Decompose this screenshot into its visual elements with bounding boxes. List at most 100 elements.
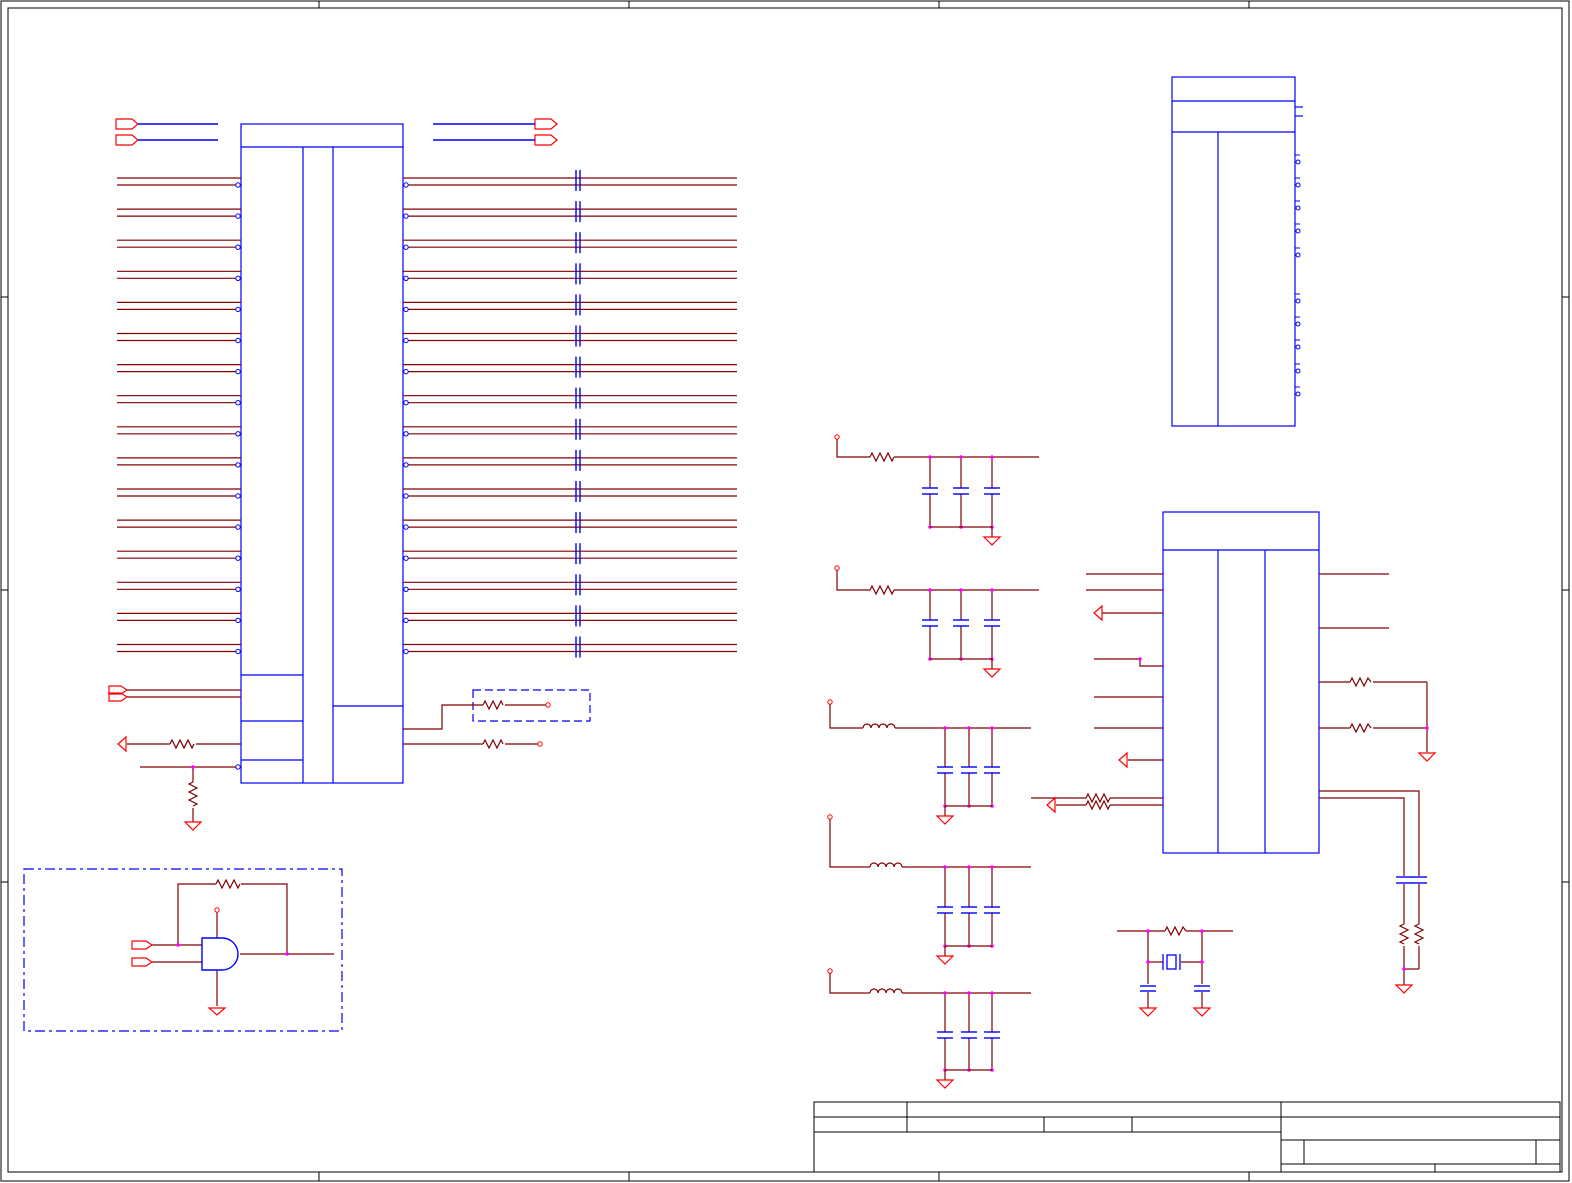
capacitor-icon xyxy=(1140,985,1210,992)
ic-pin xyxy=(1295,363,1301,374)
pin-row xyxy=(117,232,737,254)
pin-terminal xyxy=(235,368,241,375)
capacitor-icon xyxy=(575,449,581,471)
pin-terminal xyxy=(235,306,241,313)
ground-symbol-icon xyxy=(935,955,955,965)
port-arrow-icon xyxy=(117,735,127,753)
capacitor-icon xyxy=(937,766,953,774)
pin-terminal xyxy=(403,431,409,437)
pin-terminal xyxy=(403,462,409,468)
resistor-icon xyxy=(482,699,504,711)
capacitor-icon xyxy=(575,418,581,440)
resistor-icon xyxy=(1349,722,1372,734)
ground-symbol-icon xyxy=(1417,752,1437,762)
offpage-port-icon xyxy=(131,940,154,967)
pin-terminal xyxy=(403,182,409,188)
ic-pin xyxy=(1295,200,1301,211)
pin-terminal xyxy=(235,213,241,219)
resistor-icon xyxy=(169,738,195,750)
capacitor-icon xyxy=(961,1031,977,1039)
pin-row xyxy=(117,387,737,409)
pin-terminal xyxy=(235,462,241,468)
ground-symbol-icon xyxy=(935,815,955,825)
capacitor-icon xyxy=(961,906,977,914)
connector-lower-left-nets xyxy=(108,685,241,831)
capacitor-icon xyxy=(984,766,1000,774)
pin-row xyxy=(117,449,737,471)
and-gate-section xyxy=(23,868,343,1032)
ground-symbol-icon xyxy=(183,821,203,831)
offpage-port-icon xyxy=(115,118,558,146)
capacitor-icon xyxy=(575,512,581,534)
port-arrow-icon xyxy=(1046,796,1056,814)
ic-pin xyxy=(1295,339,1301,350)
capacitor-icon xyxy=(984,1031,1000,1039)
capacitor-icon xyxy=(575,543,581,565)
pin-terminal xyxy=(235,617,241,624)
pin-terminal xyxy=(403,275,409,281)
pin-row xyxy=(117,325,737,347)
pin-terminal xyxy=(235,555,241,561)
resistor-icon xyxy=(1413,923,1425,945)
inductor-icon xyxy=(869,988,903,994)
pin-row xyxy=(117,481,737,502)
ground-symbol-icon xyxy=(1394,984,1414,994)
capacitor-icon xyxy=(922,487,938,495)
resistor-icon xyxy=(1349,676,1372,688)
capacitor-icon xyxy=(953,487,969,495)
port-arrow-icon xyxy=(1118,751,1128,769)
capacitor-icon xyxy=(575,387,581,409)
port-arrow-icon xyxy=(1093,604,1103,622)
decoupling-group xyxy=(834,434,1039,546)
decoupling-groups xyxy=(827,434,1039,1089)
pin-terminal xyxy=(235,400,241,406)
decoupling-group xyxy=(827,968,1031,1089)
main-connector xyxy=(240,123,404,784)
pin-terminal xyxy=(235,275,241,281)
resistor-icon xyxy=(1085,792,1111,804)
pin-row xyxy=(117,574,737,596)
ic-pin xyxy=(1295,316,1301,327)
pin-terminal xyxy=(403,244,409,250)
pin-terminal xyxy=(403,337,409,344)
pin-row xyxy=(117,201,737,223)
pin-row xyxy=(117,636,737,658)
pin-terminal xyxy=(235,182,241,188)
capacitor-icon xyxy=(937,906,953,914)
ic-pin xyxy=(1295,223,1301,234)
capacitor-icon xyxy=(575,325,581,347)
pin-terminal xyxy=(403,586,409,592)
connector-lower-right-nets xyxy=(403,689,591,750)
capacitor-icon xyxy=(984,487,1000,495)
resistor-icon xyxy=(215,878,241,890)
capacitor-icon xyxy=(575,170,581,191)
and-gate-icon xyxy=(201,937,239,971)
ic-pin xyxy=(1295,386,1301,397)
crystal-circuit xyxy=(1117,925,1233,1017)
connector-pin-rows xyxy=(117,170,737,658)
pin-terminal xyxy=(403,493,409,499)
capacitor-icon xyxy=(961,766,977,774)
pin-row xyxy=(117,170,737,191)
ground-symbol-icon xyxy=(935,1079,955,1089)
pin-row xyxy=(117,512,737,534)
pin-terminal xyxy=(403,524,409,530)
pin-terminal xyxy=(235,524,241,530)
resistor-icon xyxy=(482,738,504,750)
resistor-icon xyxy=(1085,799,1111,811)
pin-row xyxy=(117,543,737,565)
pin-terminal xyxy=(235,337,241,344)
ic-pin xyxy=(1295,177,1301,188)
resistor-icon xyxy=(869,584,895,596)
resistor-icon xyxy=(187,781,199,807)
pin-row xyxy=(117,263,737,285)
ground-symbol-icon xyxy=(982,536,1002,546)
ic-pin xyxy=(1295,247,1301,258)
resistor-icon xyxy=(1398,923,1410,945)
pin-terminal xyxy=(403,617,409,624)
capacitor-icon xyxy=(575,356,581,378)
capacitor-icon xyxy=(575,481,581,502)
ground-symbol-icon xyxy=(1138,1007,1158,1017)
pin-terminal xyxy=(403,306,409,313)
capacitor-icon xyxy=(575,263,581,285)
